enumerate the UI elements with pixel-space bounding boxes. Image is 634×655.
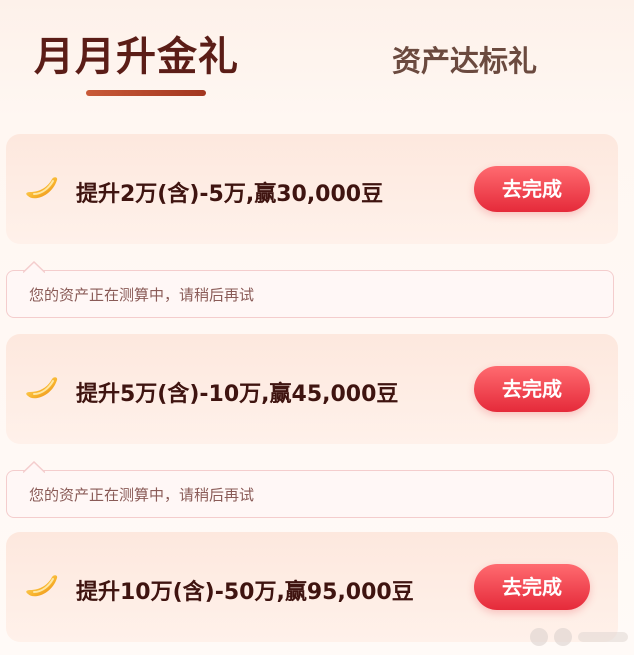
tab-monthly-gold-gift[interactable]: 月月升金礼 <box>34 24 239 82</box>
tip-text: 您的资产正在测算中，请稍后再试 <box>29 286 255 304</box>
watermark <box>530 626 630 648</box>
task-title: 提升10万(含)-50万,赢95,000豆 <box>76 580 414 605</box>
golden-bean-icon <box>24 174 62 204</box>
active-tab-underline <box>86 90 206 96</box>
golden-bean-icon <box>24 374 62 404</box>
task-card: 提升10万(含)-50万,赢95,000豆 去完成 <box>6 532 618 642</box>
status-tip: 您的资产正在测算中，请稍后再试 <box>6 461 614 518</box>
golden-bean-icon <box>24 572 62 602</box>
tab-asset-target-gift[interactable]: 资产达标礼 <box>392 38 537 80</box>
status-tip: 您的资产正在测算中，请稍后再试 <box>6 261 614 318</box>
go-complete-button[interactable]: 去完成 <box>474 564 590 610</box>
go-complete-button[interactable]: 去完成 <box>474 366 590 412</box>
task-card: 提升5万(含)-10万,赢45,000豆 去完成 <box>6 334 618 444</box>
watermark-mark <box>530 628 548 646</box>
watermark-text-block <box>578 632 628 642</box>
task-card: 提升2万(含)-5万,赢30,000豆 去完成 <box>6 134 618 244</box>
watermark-mark <box>554 628 572 646</box>
task-title: 提升2万(含)-5万,赢30,000豆 <box>76 182 384 207</box>
tip-text: 您的资产正在测算中，请稍后再试 <box>29 486 255 504</box>
task-title: 提升5万(含)-10万,赢45,000豆 <box>76 382 399 407</box>
tab-bar: 月月升金礼 资产达标礼 <box>0 0 634 120</box>
go-complete-button[interactable]: 去完成 <box>474 166 590 212</box>
